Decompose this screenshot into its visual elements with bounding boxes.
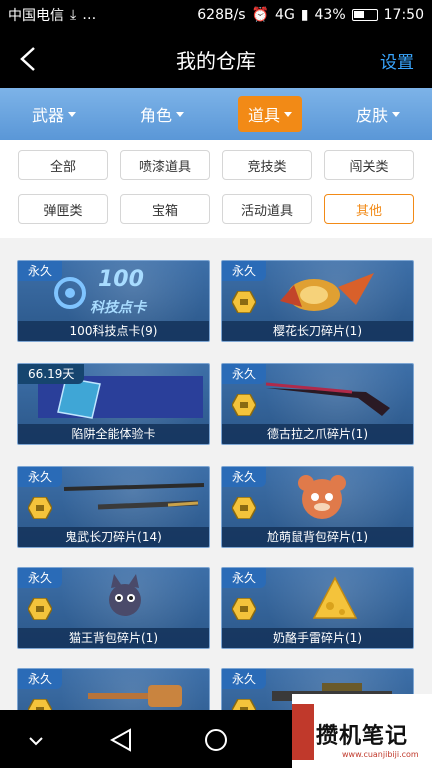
network-type: 4G bbox=[275, 7, 295, 23]
tab-skins[interactable]: 皮肤 bbox=[346, 96, 410, 132]
item-name: 陷阱全能体验卡 bbox=[18, 424, 209, 444]
duration-badge: 66.19天 bbox=[18, 364, 85, 384]
tech-card-subtitle: 科技点卡 bbox=[90, 300, 146, 316]
more-icon: … bbox=[82, 7, 97, 23]
puzzle-piece-icon bbox=[28, 497, 52, 519]
puzzle-piece-icon bbox=[232, 598, 256, 620]
duration-badge: 永久 bbox=[18, 467, 63, 487]
item-card[interactable]: 永久 尬萌鼠背包碎片(1) bbox=[221, 466, 414, 548]
duration-badge: 永久 bbox=[18, 261, 63, 281]
battery-percent: 43% bbox=[314, 7, 346, 23]
item-card[interactable]: 永久 德古拉之爪碎片(1) bbox=[221, 363, 414, 445]
nav-hide-icon[interactable] bbox=[28, 736, 44, 746]
puzzle-piece-icon bbox=[232, 497, 256, 519]
settings-button[interactable]: 设置 bbox=[380, 48, 414, 73]
filter-all[interactable]: 全部 bbox=[18, 150, 108, 180]
alarm-icon: ⏰ bbox=[251, 7, 270, 23]
caret-down-icon bbox=[176, 111, 184, 117]
watermark-mark bbox=[292, 704, 314, 760]
duration-badge: 永久 bbox=[222, 467, 267, 487]
puzzle-piece-icon bbox=[232, 394, 256, 416]
page-title: 我的仓库 bbox=[176, 48, 256, 73]
tab-label: 皮肤 bbox=[355, 106, 388, 125]
item-name: 尬萌鼠背包碎片(1) bbox=[222, 527, 413, 547]
tab-characters[interactable]: 角色 bbox=[130, 96, 194, 132]
caret-down-icon bbox=[68, 111, 76, 117]
duration-badge: 永久 bbox=[18, 568, 63, 588]
dracula-claw-art bbox=[265, 382, 390, 416]
tab-weapons[interactable]: 武器 bbox=[22, 96, 86, 132]
ghost-blade-art bbox=[63, 483, 205, 510]
puzzle-piece-icon bbox=[232, 291, 256, 313]
caret-down-icon bbox=[392, 111, 400, 117]
mouse-backpack-art bbox=[298, 475, 346, 519]
item-name: 奶酪手雷碎片(1) bbox=[222, 628, 413, 648]
carrier-label: 中国电信 bbox=[8, 8, 64, 24]
puzzle-piece-icon bbox=[28, 598, 52, 620]
spatula-art bbox=[88, 685, 182, 707]
filter-magazine[interactable]: 弹匣类 bbox=[18, 194, 108, 224]
tab-items[interactable]: 道具 bbox=[237, 96, 302, 132]
item-name: 100科技点卡(9) bbox=[18, 321, 209, 341]
signal-icon: ▮ bbox=[300, 7, 309, 23]
tech-card-value: 100 bbox=[98, 267, 144, 292]
filter-spray[interactable]: 喷漆道具 bbox=[120, 150, 210, 180]
item-card[interactable]: 100 科技点卡 永久 100科技点卡(9) bbox=[17, 260, 210, 342]
item-name: 德古拉之爪碎片(1) bbox=[222, 424, 413, 444]
network-speed: 628B/s bbox=[197, 7, 246, 23]
nav-home-icon[interactable] bbox=[204, 728, 228, 752]
cheese-grenade-art bbox=[312, 576, 358, 619]
puzzle-piece-icon bbox=[232, 699, 256, 710]
duration-badge: 永久 bbox=[222, 669, 267, 689]
item-card[interactable]: 永久 鬼武长刀碎片(14) bbox=[17, 466, 210, 548]
item-name: 鬼武长刀碎片(14) bbox=[18, 527, 209, 547]
duration-badge: 永久 bbox=[18, 669, 63, 689]
filter-other[interactable]: 其他 bbox=[324, 194, 414, 224]
watermark-text: 攒机笔记 bbox=[316, 724, 409, 749]
duration-badge: 永久 bbox=[222, 364, 267, 384]
item-card[interactable]: 永久 猫王背包碎片(1) bbox=[17, 567, 210, 649]
battery-icon bbox=[351, 9, 378, 21]
cat-backpack-art bbox=[109, 574, 141, 616]
duration-badge: 永久 bbox=[222, 261, 267, 281]
filter-stage[interactable]: 闯关类 bbox=[324, 150, 414, 180]
item-name: 樱花长刀碎片(1) bbox=[222, 321, 413, 341]
back-arrow-icon[interactable] bbox=[18, 46, 40, 72]
item-card[interactable]: 永久 奶酪手雷碎片(1) bbox=[221, 567, 414, 649]
sakura-blade-art bbox=[280, 273, 374, 311]
item-name: 猫王背包碎片(1) bbox=[18, 628, 209, 648]
filter-event[interactable]: 活动道具 bbox=[222, 194, 312, 224]
nav-back-icon[interactable] bbox=[110, 728, 132, 752]
clock: 17:50 bbox=[383, 7, 424, 23]
watermark-url: www.cuanjibiji.com bbox=[342, 750, 419, 759]
caret-down-icon bbox=[284, 111, 292, 117]
item-grid: 100 科技点卡 永久 100科技点卡(9) 永久 樱花长刀碎片(1) 66.1… bbox=[0, 238, 432, 710]
category-tabs: 武器 角色 道具 皮肤 bbox=[0, 88, 432, 140]
status-bar: 中国电信 ⤓ … 628B/s ⏰ 4G ▮ 43% 17:50 bbox=[0, 0, 432, 30]
filter-chest[interactable]: 宝箱 bbox=[120, 194, 210, 224]
puzzle-piece-icon bbox=[28, 699, 52, 710]
tab-label: 角色 bbox=[139, 106, 172, 125]
tab-label: 道具 bbox=[247, 106, 280, 125]
item-card[interactable]: 永久 樱花长刀碎片(1) bbox=[221, 260, 414, 342]
filter-panel: 全部 喷漆道具 竞技类 闯关类 弹匣类 宝箱 活动道具 其他 bbox=[0, 140, 432, 238]
filter-competitive[interactable]: 竞技类 bbox=[222, 150, 312, 180]
watermark-logo: 攒机笔记 www.cuanjibiji.com bbox=[292, 694, 432, 768]
tab-label: 武器 bbox=[31, 106, 64, 125]
app-header: 我的仓库 设置 bbox=[0, 30, 432, 88]
download-icon: ⤓ bbox=[70, 7, 77, 23]
item-card[interactable]: 永久 bbox=[17, 668, 210, 710]
item-card[interactable]: 66.19天 陷阱全能体验卡 bbox=[17, 363, 210, 445]
duration-badge: 永久 bbox=[222, 568, 267, 588]
